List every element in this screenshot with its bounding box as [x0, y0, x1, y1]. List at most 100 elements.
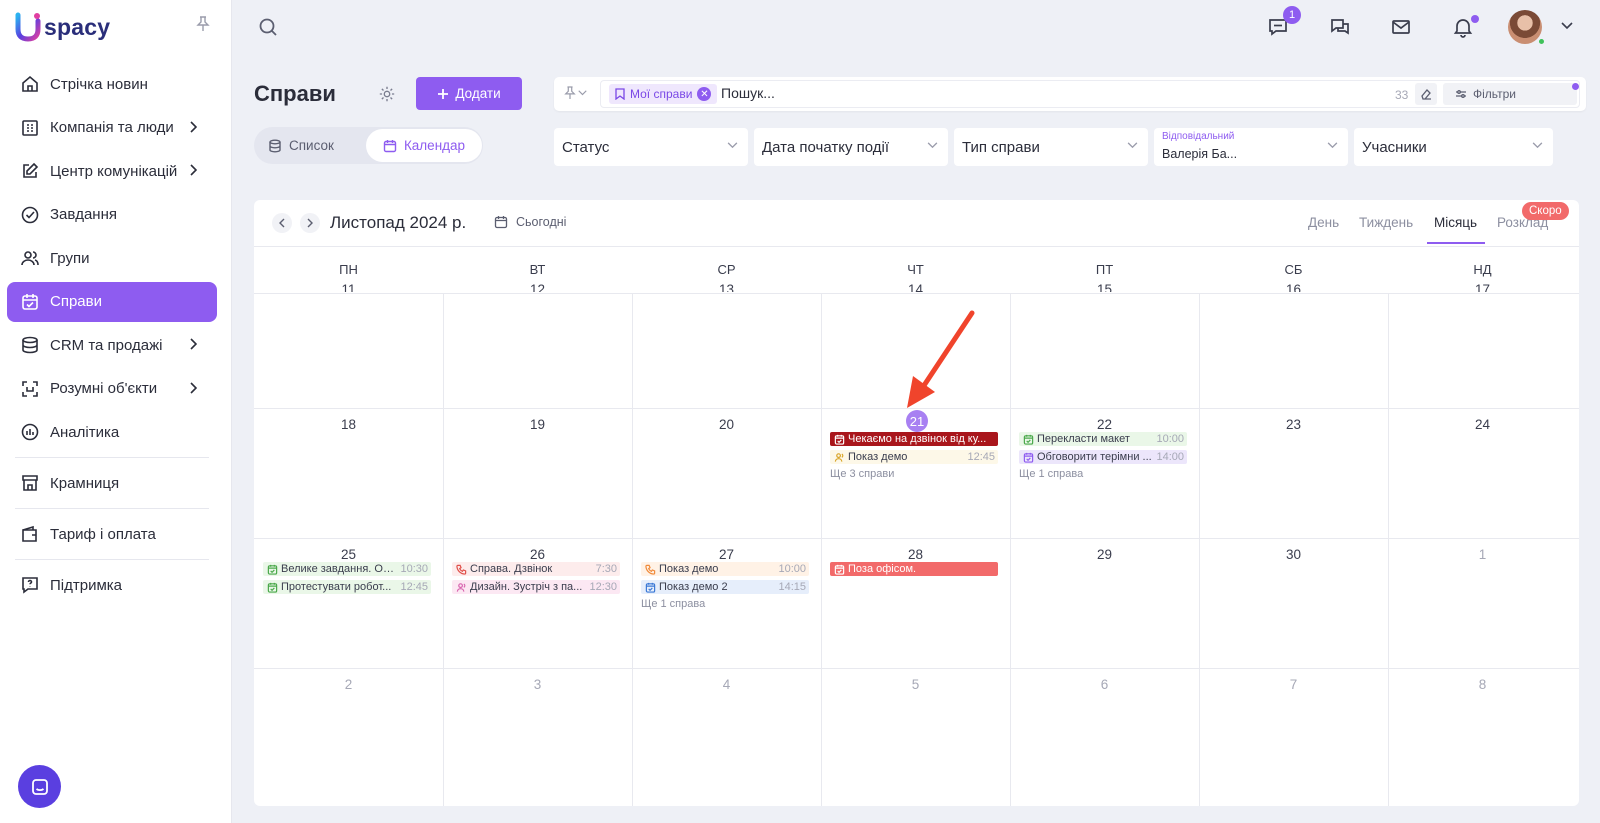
sidebar-item-support[interactable]: Підтримка — [7, 565, 217, 605]
today-marker[interactable]: 21 — [906, 410, 928, 432]
responsible-select-value: Валерія Ба... — [1162, 147, 1238, 161]
sidebar-item-billing[interactable]: Тариф і оплата — [7, 514, 217, 554]
day-number[interactable]: 7 — [1199, 677, 1388, 692]
eraser-icon[interactable] — [1415, 83, 1437, 105]
more-events-link[interactable]: Ще 1 справа — [641, 598, 705, 610]
divider — [15, 559, 209, 560]
pin-icon[interactable] — [564, 86, 587, 100]
day-number[interactable]: 18 — [254, 417, 443, 432]
sidebar-item-cases[interactable]: Справи — [7, 281, 217, 322]
calendar-event[interactable]: Дизайн. Зустріч з па... 12:30 — [452, 580, 620, 594]
calendar-event[interactable]: Перекласти макет 10:00 — [1019, 432, 1187, 446]
event-time: 10:00 — [1156, 433, 1184, 445]
sidebar-item-groups[interactable]: Групи — [7, 238, 217, 278]
gear-icon[interactable] — [378, 85, 396, 103]
search-input[interactable] — [721, 85, 1321, 101]
week-divider — [254, 668, 1579, 669]
sidebar-item-communications[interactable]: Центр комунікацій — [7, 151, 217, 191]
day-number[interactable]: 27 — [632, 547, 821, 562]
filter-chip[interactable]: Мої справи ✕ — [609, 84, 718, 104]
day-number[interactable]: 1 — [1388, 547, 1577, 562]
day-number[interactable]: 22 — [1010, 417, 1199, 432]
result-count: 33 — [1395, 88, 1409, 102]
calendar-event[interactable]: Обговорити терімни ... 14:00 — [1019, 450, 1187, 464]
annotation-arrow-icon — [907, 310, 975, 408]
add-button-label: Додати — [455, 86, 501, 101]
day-number[interactable]: 2 — [254, 677, 443, 692]
day-number[interactable]: 16 — [1199, 282, 1388, 292]
day-number[interactable]: 19 — [443, 417, 632, 432]
view-list-button[interactable]: Список — [268, 127, 334, 164]
calendar-event[interactable]: Поза офісом. — [830, 562, 998, 576]
calendar-event[interactable]: Велике завдання. Об... 10:30 — [263, 562, 431, 576]
day-number[interactable]: 14 — [821, 282, 1010, 292]
chat-button[interactable] — [18, 765, 61, 808]
logo-mark-icon — [14, 12, 42, 42]
phone-icon — [456, 564, 467, 575]
day-number[interactable]: 4 — [632, 677, 821, 692]
sidebar-item-store[interactable]: Крамниця — [7, 463, 217, 503]
logo[interactable]: spacy — [14, 12, 110, 42]
search-icon[interactable] — [258, 17, 278, 37]
filters-label: Фільтри — [1473, 87, 1516, 101]
day-number[interactable]: 20 — [632, 417, 821, 432]
calendar-event[interactable]: Справа. Дзвінок 7:30 — [452, 562, 620, 576]
close-icon[interactable]: ✕ — [697, 87, 712, 101]
add-button[interactable]: Додати — [416, 77, 522, 110]
day-number[interactable]: 5 — [821, 677, 1010, 692]
more-events-link[interactable]: Ще 1 справа — [1019, 468, 1083, 480]
day-number[interactable]: 17 — [1388, 282, 1577, 292]
tab-week[interactable]: Тиждень — [1359, 215, 1413, 230]
sidebar-item-smart-objects[interactable]: Розумні об'єкти — [7, 369, 217, 409]
day-number[interactable]: 8 — [1388, 677, 1577, 692]
home-icon — [19, 73, 41, 95]
responsible-select-caption: Відповідальний — [1162, 131, 1235, 142]
today-button[interactable]: Сьогодні — [494, 215, 566, 229]
next-month-button[interactable] — [300, 213, 320, 233]
day-number[interactable]: 28 — [821, 547, 1010, 562]
sidebar-item-analytics[interactable]: Аналітика — [7, 412, 217, 452]
day-number[interactable]: 26 — [443, 547, 632, 562]
sidebar-item-news[interactable]: Стрічка новин — [7, 64, 217, 104]
sidebar-item-tasks[interactable]: Завдання — [7, 195, 217, 235]
weekday-tue: ВТ — [529, 262, 546, 277]
sidebar-item-crm[interactable]: CRM та продажі — [7, 325, 217, 365]
chats-icon[interactable] — [1329, 16, 1351, 38]
day-number[interactable]: 24 — [1388, 417, 1577, 432]
day-number[interactable]: 30 — [1199, 547, 1388, 562]
pin-icon[interactable] — [196, 16, 210, 32]
calendar-event[interactable]: Показ демо 12:45 — [830, 450, 998, 464]
logo-text: spacy — [44, 13, 111, 40]
calendar-event[interactable]: Показ демо 10:00 — [641, 562, 809, 576]
divider — [254, 246, 1579, 247]
day-number[interactable]: 6 — [1010, 677, 1199, 692]
day-number[interactable]: 13 — [632, 282, 821, 292]
day-number[interactable]: 12 — [443, 282, 632, 292]
calendar-check-icon — [645, 582, 656, 593]
participants-select[interactable]: Учасники — [1354, 128, 1553, 166]
calendar-event[interactable]: Показ демо 2 14:15 — [641, 580, 809, 594]
status-select[interactable]: Статус — [554, 128, 748, 166]
day-number[interactable]: 25 — [254, 547, 443, 562]
responsible-select[interactable]: Відповідальний Валерія Ба... — [1154, 128, 1348, 166]
tab-day[interactable]: День — [1308, 215, 1339, 230]
type-select[interactable]: Тип справи — [954, 128, 1148, 166]
more-events-link[interactable]: Ще 3 справи — [830, 468, 894, 480]
mail-icon[interactable] — [1390, 16, 1412, 38]
day-number[interactable]: 11 — [254, 282, 443, 292]
view-calendar-button[interactable]: Календар — [366, 129, 482, 162]
filters-button[interactable]: Фільтри — [1443, 83, 1577, 105]
chevron-down-icon[interactable] — [1561, 22, 1573, 30]
sidebar-item-company[interactable]: Компанія та люди — [7, 108, 217, 148]
day-number[interactable]: 15 — [1010, 282, 1199, 292]
start-date-select[interactable]: Дата початку події — [754, 128, 948, 166]
day-number[interactable]: 29 — [1010, 547, 1199, 562]
event-title: Показ демо — [659, 563, 719, 575]
calendar-event[interactable]: Чекаємо на дзвінок від ку... — [830, 432, 998, 446]
prev-month-button[interactable] — [272, 213, 292, 233]
day-number[interactable]: 3 — [443, 677, 632, 692]
day-number[interactable]: 23 — [1199, 417, 1388, 432]
calendar-check-icon — [834, 434, 845, 445]
calendar-event[interactable]: Протестувати робот... 12:45 — [263, 580, 431, 594]
tab-month[interactable]: Місяць — [1434, 215, 1477, 230]
